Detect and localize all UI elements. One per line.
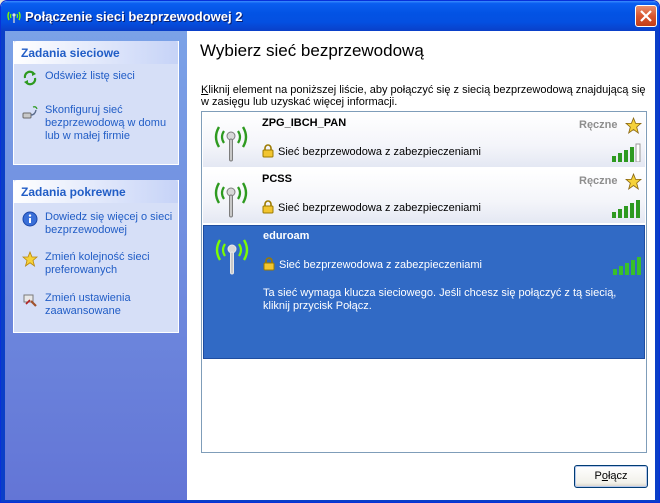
window-border-right: [655, 31, 659, 502]
network-ssid: eduroam: [263, 230, 310, 242]
network-mode: Ręczne: [579, 119, 618, 131]
settings-icon: [23, 294, 37, 307]
change-advanced-settings-label: Zmień ustawienia zaawansowane: [45, 292, 131, 317]
page-title: Wybierz sieć bezprzewodową: [200, 41, 424, 60]
setup-network-icon: [22, 106, 38, 119]
preferred-star-icon: [625, 173, 642, 190]
network-item-eduroam[interactable]: eduroam Sieć bezprzewodowa z zabezpiecze…: [203, 225, 645, 359]
network-item-pcss[interactable]: PCSS Ręczne Sieć bezprzewodowa z zabezpi…: [203, 169, 645, 223]
info-icon: [22, 211, 38, 227]
wireless-antenna-icon: [215, 239, 249, 275]
setup-wireless-network-label: Skonfiguruj sieć bezprzewodową w domu lu…: [45, 104, 167, 142]
wireless-antenna-icon: [214, 126, 248, 162]
instruction-text: Kliknij element na poniższej liście, aby…: [201, 84, 651, 108]
network-security: Sieć bezprzewodowa z zabezpieczeniami: [278, 146, 481, 158]
title-bar[interactable]: Połączenie sieci bezprzewodowej 2: [1, 1, 659, 31]
network-list[interactable]: ZPG_IBCH_PAN Ręczne Sieć bezprzewodowa z…: [201, 111, 647, 453]
main-content: Wybierz sieć bezprzewodową Kliknij eleme…: [187, 31, 655, 500]
refresh-icon: [23, 70, 37, 86]
signal-strength-icon: [613, 257, 641, 275]
network-tasks-heading: Zadania sieciowe: [14, 41, 178, 64]
learn-wireless-label: Dowiedz się więcej o sieci bezprzewodowe…: [45, 211, 173, 236]
related-tasks-panel: Zadania pokrewne Dowiedz się więcej o si…: [13, 180, 179, 333]
related-tasks-heading: Zadania pokrewne: [14, 180, 178, 203]
network-ssid: PCSS: [262, 173, 292, 185]
wireless-antenna-icon: [214, 182, 248, 218]
network-security: Sieć bezprzewodowa z zabezpieczeniami: [278, 202, 481, 214]
change-preferred-order-link[interactable]: Zmień kolejność sieci preferowanych: [14, 251, 178, 277]
signal-strength-icon: [612, 200, 640, 218]
learn-wireless-link[interactable]: Dowiedz się więcej o sieci bezprzewodowe…: [14, 211, 178, 237]
wireless-network-icon: [7, 11, 21, 23]
wireless-network-window: Połączenie sieci bezprzewodowej 2 Zadani…: [0, 0, 660, 503]
network-detail-text: Ta sieć wymaga klucza sieciowego. Jeśli …: [263, 287, 617, 312]
change-advanced-settings-link[interactable]: Zmień ustawienia zaawansowane: [14, 292, 178, 318]
task-pane: Zadania sieciowe Odśwież listę sieci Sko…: [5, 31, 187, 500]
instruction-rest: liknij element na poniższej liście, aby …: [201, 84, 646, 108]
window-title: Połączenie sieci bezprzewodowej 2: [25, 9, 243, 24]
star-icon: [22, 251, 38, 267]
network-mode: Ręczne: [579, 175, 618, 187]
preferred-star-icon: [625, 117, 642, 134]
setup-wireless-network-link[interactable]: Skonfiguruj sieć bezprzewodową w domu lu…: [14, 104, 178, 143]
network-tasks-panel: Zadania sieciowe Odśwież listę sieci Sko…: [13, 41, 179, 165]
lock-icon: [262, 144, 274, 158]
connect-button-label-end: łącz: [607, 470, 628, 482]
close-icon: [640, 10, 652, 22]
network-item-zpg-ibch-pan[interactable]: ZPG_IBCH_PAN Ręczne Sieć bezprzewodowa z…: [203, 113, 645, 167]
refresh-network-list-link[interactable]: Odśwież listę sieci: [14, 70, 178, 86]
refresh-network-list-label: Odśwież listę sieci: [45, 70, 135, 82]
connect-button-label-start: P: [594, 470, 602, 482]
lock-icon: [262, 200, 274, 214]
connect-button[interactable]: Połącz: [574, 465, 648, 488]
signal-strength-icon: [612, 143, 641, 162]
lock-icon: [263, 257, 275, 271]
close-button[interactable]: [635, 5, 657, 27]
network-ssid: ZPG_IBCH_PAN: [262, 117, 347, 129]
network-security: Sieć bezprzewodowa z zabezpieczeniami: [279, 259, 482, 271]
change-preferred-order-label: Zmień kolejność sieci preferowanych: [45, 251, 150, 276]
